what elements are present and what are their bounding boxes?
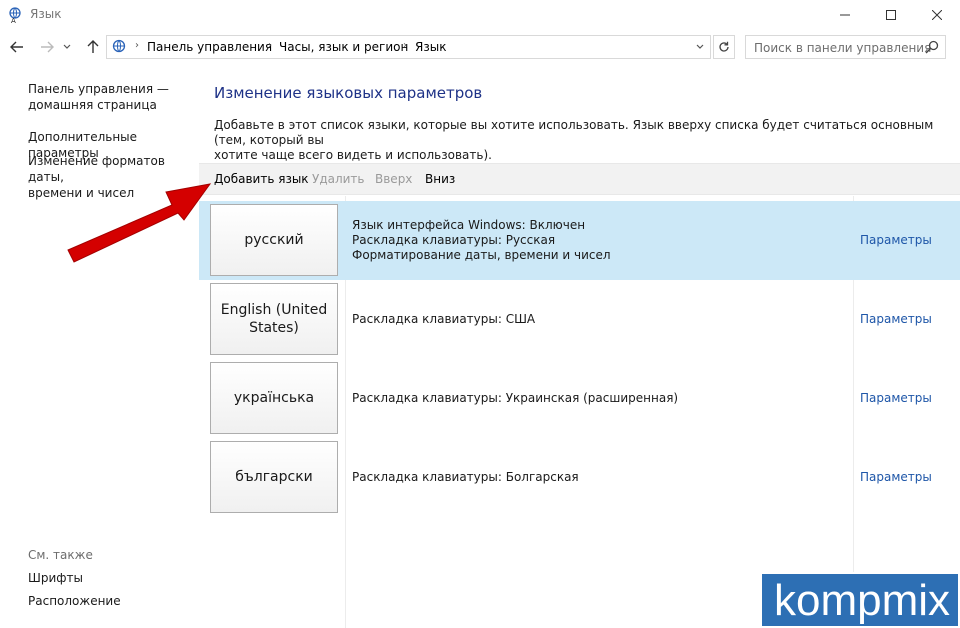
breadcrumb-separator-icon: › [268, 40, 272, 51]
language-detail-line: Раскладка клавиатуры: Болгарская [352, 470, 579, 484]
fonts-link[interactable]: Шрифты [28, 570, 196, 586]
language-detail-line: Форматирование даты, времени и чисел [352, 248, 611, 262]
move-up-button[interactable]: Вверх [375, 172, 412, 186]
maximize-button[interactable] [868, 0, 914, 30]
recent-locations-button[interactable] [60, 36, 74, 58]
language-details: Раскладка клавиатуры: Болгарская [352, 470, 579, 485]
address-dropdown-button[interactable] [694, 40, 706, 54]
page-description-line2: хотите чаще всего видеть и использовать)… [214, 148, 492, 162]
options-link[interactable]: Параметры [860, 233, 932, 247]
search-input[interactable]: Поиск в панели управления [745, 35, 946, 59]
up-arrow-icon [87, 40, 99, 53]
refresh-icon [719, 41, 729, 52]
language-tile[interactable]: русский [210, 204, 338, 276]
close-button[interactable] [914, 0, 960, 30]
recent-chevron-icon [63, 44, 71, 49]
language-tile[interactable]: български [210, 441, 338, 513]
control-panel-icon [112, 39, 126, 53]
navigation-bar: › Панель управления › Часы, язык и регио… [0, 33, 960, 63]
forward-arrow-icon [41, 41, 54, 53]
left-pane: Панель управления — домашняя страница До… [0, 70, 198, 628]
watermark-logo: kompmix [760, 572, 960, 628]
breadcrumb-clock-language-region[interactable]: Часы, язык и регион [279, 40, 408, 54]
add-language-button[interactable]: Добавить язык [214, 172, 309, 186]
language-detail-line: Раскладка клавиатуры: Украинская (расшир… [352, 391, 679, 405]
language-row-english[interactable]: English (United States) Раскладка клавиа… [199, 280, 960, 359]
breadcrumb-separator-icon: › [135, 40, 139, 51]
up-button[interactable] [82, 36, 104, 58]
options-link[interactable]: Параметры [860, 312, 932, 326]
options-link[interactable]: Параметры [860, 470, 932, 484]
control-panel-home-line1: Панель управления — [28, 82, 169, 96]
language-toolbar: Добавить язык Удалить Вверх Вниз [199, 163, 960, 195]
language-details: Раскладка клавиатуры: США [352, 312, 535, 327]
close-icon [932, 10, 942, 20]
search-placeholder: Поиск в панели управления [754, 41, 932, 55]
remove-language-button[interactable]: Удалить [312, 172, 365, 186]
language-row-bulgarian[interactable]: български Раскладка клавиатуры: Болгарск… [199, 438, 960, 517]
language-tile[interactable]: українська [210, 362, 338, 434]
minimize-button[interactable] [822, 0, 868, 30]
address-bar[interactable]: › Панель управления › Часы, язык и регио… [106, 35, 711, 59]
annotation-arrow [67, 183, 212, 263]
refresh-button[interactable] [713, 35, 735, 59]
location-link[interactable]: Расположение [28, 593, 196, 609]
control-panel-home-link[interactable]: Панель управления — домашняя страница [28, 81, 196, 113]
page-description-line1: Добавьте в этот список языки, которые вы… [214, 118, 934, 147]
language-details: Раскладка клавиатуры: Украинская (расшир… [352, 391, 678, 406]
language-tile[interactable]: English (United States) [210, 283, 338, 355]
language-row-russian[interactable]: русский Язык интерфейса Windows: Включен… [199, 201, 960, 280]
dropdown-chevron-icon [696, 44, 704, 49]
language-details: Язык интерфейса Windows: Включен Расклад… [352, 218, 611, 263]
page-title: Изменение языковых параметров [214, 84, 483, 102]
watermark-text: kompmix [774, 576, 951, 625]
forward-button[interactable] [36, 36, 58, 58]
maximize-icon [886, 10, 896, 20]
breadcrumb-language[interactable]: Язык [415, 40, 446, 54]
language-list: русский Язык интерфейса Windows: Включен… [199, 196, 960, 628]
control-panel-home-line2: домашняя страница [28, 98, 157, 112]
window-title: Язык [30, 7, 62, 21]
back-arrow-icon [10, 41, 23, 53]
language-app-icon: A [9, 7, 21, 23]
page-description: Добавьте в этот список языки, которые вы… [214, 118, 944, 163]
search-icon [925, 40, 939, 54]
title-bar: A Язык [0, 0, 960, 30]
language-detail-line: Раскладка клавиатуры: Русская [352, 233, 556, 247]
minimize-icon [840, 14, 850, 16]
see-also-heading: См. также [28, 548, 93, 562]
back-button[interactable] [6, 36, 28, 58]
language-row-ukrainian[interactable]: українська Раскладка клавиатуры: Украинс… [199, 359, 960, 438]
breadcrumb-separator-icon: › [403, 40, 407, 51]
move-down-button[interactable]: Вниз [425, 172, 455, 186]
language-detail-line: Язык интерфейса Windows: Включен [352, 218, 586, 232]
options-link[interactable]: Параметры [860, 391, 932, 405]
svg-text:A: A [11, 17, 16, 23]
breadcrumb-control-panel[interactable]: Панель управления [147, 40, 272, 54]
language-detail-line: Раскладка клавиатуры: США [352, 312, 536, 326]
